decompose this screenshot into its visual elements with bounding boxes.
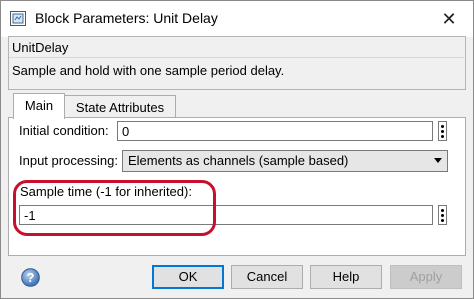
- sample-time-input[interactable]: -1: [19, 205, 433, 225]
- sample-time-options-button[interactable]: [438, 205, 447, 225]
- input-processing-label: Input processing:: [19, 153, 119, 168]
- chevron-down-icon: [434, 158, 442, 163]
- tab-state-attributes-label: State Attributes: [75, 100, 165, 115]
- block-description: Sample and hold with one sample period d…: [12, 63, 285, 78]
- block-type-name: UnitDelay: [12, 40, 69, 55]
- simulink-block-icon: [10, 11, 26, 26]
- apply-button[interactable]: Apply: [390, 265, 462, 289]
- tab-state-attributes[interactable]: State Attributes: [64, 95, 176, 119]
- tab-main[interactable]: Main: [13, 93, 65, 119]
- question-icon[interactable]: ?: [21, 268, 40, 287]
- initial-condition-input[interactable]: 0: [117, 121, 433, 141]
- close-button[interactable]: ✕: [433, 5, 465, 33]
- divider: [9, 57, 464, 58]
- sample-time-label: Sample time (-1 for inherited):: [20, 184, 192, 199]
- input-processing-value: Elements as channels (sample based): [128, 153, 349, 168]
- help-button[interactable]: Help: [310, 265, 382, 289]
- window-title: Block Parameters: Unit Delay: [35, 10, 218, 26]
- tab-main-label: Main: [24, 98, 54, 113]
- initial-condition-label: Initial condition:: [19, 123, 109, 138]
- close-icon: ✕: [441, 9, 457, 29]
- title-bar: Block Parameters: Unit Delay ✕: [1, 1, 473, 37]
- cancel-button[interactable]: Cancel: [231, 265, 303, 289]
- svg-text:?: ?: [27, 270, 35, 285]
- input-processing-select[interactable]: Elements as channels (sample based): [122, 150, 448, 172]
- initial-condition-options-button[interactable]: [438, 121, 447, 141]
- ok-button[interactable]: OK: [152, 265, 224, 289]
